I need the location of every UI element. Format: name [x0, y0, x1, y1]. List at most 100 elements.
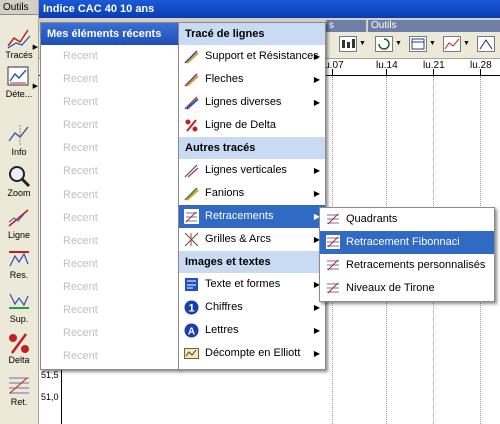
submenu-arrow-icon: ▶ [313, 349, 320, 358]
chart-type-icon [342, 39, 355, 48]
tool-detect[interactable]: Déte... ▶ [2, 64, 38, 104]
tool-info[interactable]: Info [2, 122, 36, 162]
chevron-down-icon[interactable]: ▼ [395, 40, 402, 47]
tool-line[interactable]: Ligne [2, 205, 36, 245]
menu-item-lignes-verticales[interactable]: Lignes verticales ▶ [179, 159, 325, 182]
menu-item-texte-formes[interactable]: Texte et formes ▶ [179, 273, 325, 296]
menu-item-label: Lignes verticales [205, 164, 287, 176]
grid-arc-icon [184, 232, 199, 247]
menu-item-grilles-arcs[interactable]: Grilles & Arcs ▶ [179, 228, 325, 251]
recent-item: Recent [63, 327, 98, 340]
window-layout-icon [411, 38, 425, 50]
recent-menu-title: Mes éléments récents [41, 23, 178, 45]
recent-item: Recent [63, 280, 98, 293]
menu-item-label: Chiffres [205, 301, 243, 313]
chevron-down-icon[interactable]: ▼ [359, 40, 366, 47]
expand-arrow-icon: ▶ [32, 44, 38, 51]
tool-info-label: Info [11, 147, 27, 157]
flag-pen-icon [184, 187, 199, 201]
submenu-arrow-icon: ▶ [313, 189, 320, 198]
left-toolbar: Outils Tracés ▶ Déte... ▶ Info Zoom Lign… [0, 0, 39, 424]
toolbar-header: Outils [0, 0, 38, 15]
tool-traces[interactable]: Tracés ▶ [2, 25, 38, 65]
submenu-arrow-icon: ▶ [313, 75, 320, 84]
submenu-item-label: Retracement Fibonnaci [346, 236, 460, 248]
tools-icon [479, 39, 493, 50]
menu-item-lignes-diverses[interactable]: Lignes diverses ▶ [179, 91, 325, 114]
tab-outils[interactable]: Outils [368, 20, 500, 32]
section-header-lines: Tracé de lignes [179, 23, 325, 45]
menu-item-retracements[interactable]: Retracements ▶ [179, 205, 325, 228]
window-layout-button[interactable] [409, 36, 427, 52]
menu-item-fanions[interactable]: Fanions ▶ [179, 182, 325, 205]
drawing-tools-menu: Tracé de lignes Support et Résistances ▶… [178, 22, 326, 370]
delta-percent-icon [185, 119, 198, 132]
section-header-other: Autres tracés [179, 137, 325, 159]
menu-item-label: Lettres [205, 324, 239, 336]
recent-item: Recent [63, 234, 98, 247]
resistance-icon [9, 251, 29, 267]
recent-item: Recent [63, 211, 98, 224]
menu-item-label: Fanions [205, 187, 245, 199]
expand-arrow-icon: ▶ [32, 83, 38, 90]
date-tick [433, 69, 434, 75]
submenu-arrow-icon: ▶ [313, 98, 320, 107]
recent-item: Recent [63, 304, 98, 317]
info-chart-icon [8, 125, 29, 145]
custom-retracement-icon [327, 259, 339, 271]
submenu-item-label: Retracements personnalisés [346, 259, 486, 271]
menu-item-support-resistance[interactable]: Support et Résistances ▶ [179, 45, 325, 68]
number-one-icon: 1 [184, 300, 199, 315]
menu-item-fleches[interactable]: Fleches ▶ [179, 68, 325, 91]
tool-line-label: Ligne [7, 230, 31, 240]
chevron-down-icon[interactable]: ▼ [429, 40, 436, 47]
recent-items-menu: Mes éléments récents Recent Recent Recen… [40, 22, 179, 370]
line-icon [8, 209, 29, 227]
menu-item-ligne-de-delta[interactable]: Ligne de Delta [179, 114, 325, 137]
menu-item-label: Support et Résistances [205, 50, 319, 62]
tool-resistance[interactable]: Res. [2, 245, 36, 285]
submenu-item-custom-retracements[interactable]: Retracements personnalisés [320, 254, 494, 277]
submenu-item-fibonacci[interactable]: Retracement Fibonnaci [320, 231, 494, 254]
price-label: 51,0 [41, 392, 59, 402]
percent-delta-icon [9, 333, 29, 354]
retracement-icon [184, 209, 199, 224]
tool-support[interactable]: Sup. [2, 289, 36, 329]
tool-traces-label: Tracés [5, 50, 33, 60]
refresh-icon [378, 38, 390, 50]
tool-resistance-label: Res. [9, 270, 29, 280]
recent-item: Recent [63, 165, 98, 178]
submenu-arrow-icon: ▶ [313, 52, 320, 61]
menu-item-label: Retracements [205, 210, 274, 222]
chart-type-button[interactable] [339, 36, 357, 52]
submenu-arrow-icon: ▶ [313, 166, 320, 175]
tab-left[interactable]: s [326, 20, 366, 32]
menu-item-lettres[interactable]: A Lettres ▶ [179, 319, 325, 342]
pencil-lines-icon [7, 29, 31, 49]
tool-retracement-label: Ret. [10, 397, 28, 407]
quadrants-icon [327, 213, 339, 225]
date-tick [480, 69, 481, 75]
settings-button[interactable] [477, 36, 495, 52]
recent-item: Recent [63, 96, 98, 109]
support-icon [9, 293, 29, 309]
tirone-levels-icon [327, 282, 339, 294]
recent-item: Recent [63, 50, 98, 62]
tool-zoom[interactable]: Zoom [2, 163, 36, 203]
menu-item-chiffres[interactable]: 1 Chiffres ▶ [179, 296, 325, 319]
tool-delta[interactable]: Delta [2, 330, 36, 370]
menu-item-decompte-elliott[interactable]: Décompte en Elliott ▶ [179, 342, 325, 365]
submenu-item-tirone-levels[interactable]: Niveaux de Tirone [320, 277, 494, 300]
retracements-submenu: Quadrants Retracement Fibonnaci Retracem… [319, 207, 495, 302]
detect-chart-icon [7, 66, 29, 86]
tool-retracement[interactable]: Ret. [2, 372, 36, 412]
submenu-item-label: Niveaux de Tirone [346, 282, 435, 294]
lines-pen-icon [184, 96, 199, 110]
recent-item: Recent [63, 119, 98, 132]
refresh-button[interactable] [375, 36, 393, 52]
svg-text:1: 1 [188, 303, 194, 315]
chevron-down-icon[interactable]: ▼ [463, 40, 470, 47]
support-resistance-icon [184, 50, 199, 64]
submenu-item-quadrants[interactable]: Quadrants [320, 208, 494, 231]
indicator-button[interactable] [443, 36, 461, 52]
